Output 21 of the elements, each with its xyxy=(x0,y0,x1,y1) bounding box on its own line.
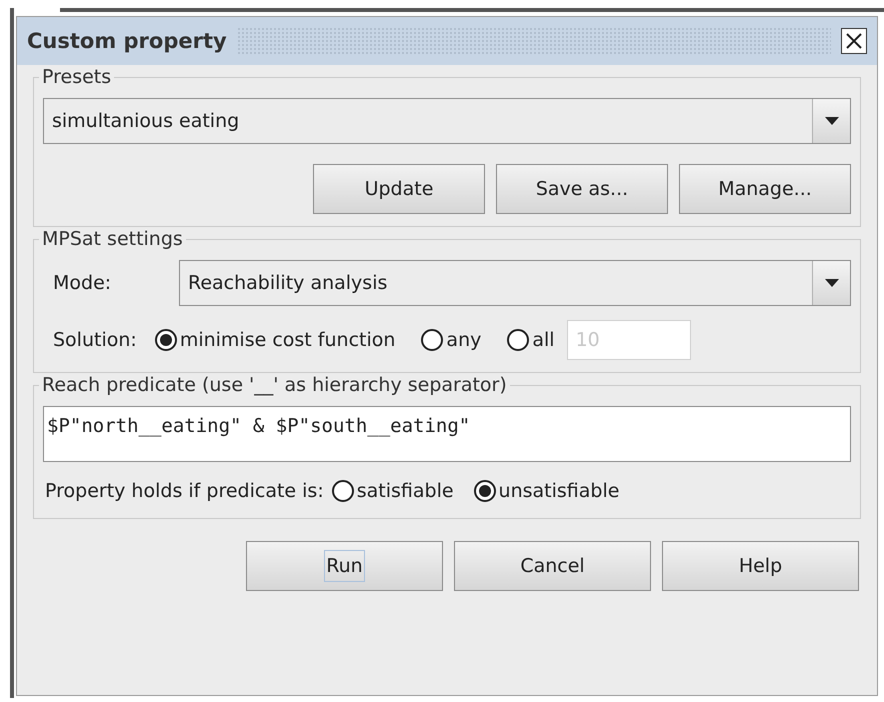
radio-option[interactable]: minimise cost function xyxy=(154,325,396,355)
radio-option[interactable]: all xyxy=(507,325,555,355)
radio-option[interactable]: unsatisfiable xyxy=(474,476,620,506)
dialog-button[interactable]: Help xyxy=(662,541,859,591)
dialog-button[interactable]: Run xyxy=(246,541,443,591)
dropdown-arrow-icon xyxy=(824,117,838,125)
dialog-button[interactable]: Save as... xyxy=(496,164,668,214)
dialog-button[interactable]: Cancel xyxy=(454,541,651,591)
window-title: Custom property xyxy=(27,28,227,55)
holds-label: Property holds if predicate is: xyxy=(45,479,324,504)
radio-option[interactable]: satisfiable xyxy=(332,476,454,506)
predicate-field[interactable]: $P"north__eating" & $P"south__eating" xyxy=(43,406,851,462)
presets-dropdown[interactable]: simultanious eating xyxy=(43,98,851,144)
mode-label: Mode: xyxy=(52,271,112,296)
dialog-button[interactable]: Manage... xyxy=(679,164,851,214)
solution-label: Solution: xyxy=(53,328,137,353)
dropdown-arrow-icon xyxy=(824,279,838,287)
dialog-button[interactable]: Update xyxy=(313,164,485,214)
radio-option[interactable]: any xyxy=(421,325,482,355)
close-button[interactable] xyxy=(841,28,867,54)
mode-dropdown[interactable]: Reachability analysis xyxy=(179,260,851,306)
